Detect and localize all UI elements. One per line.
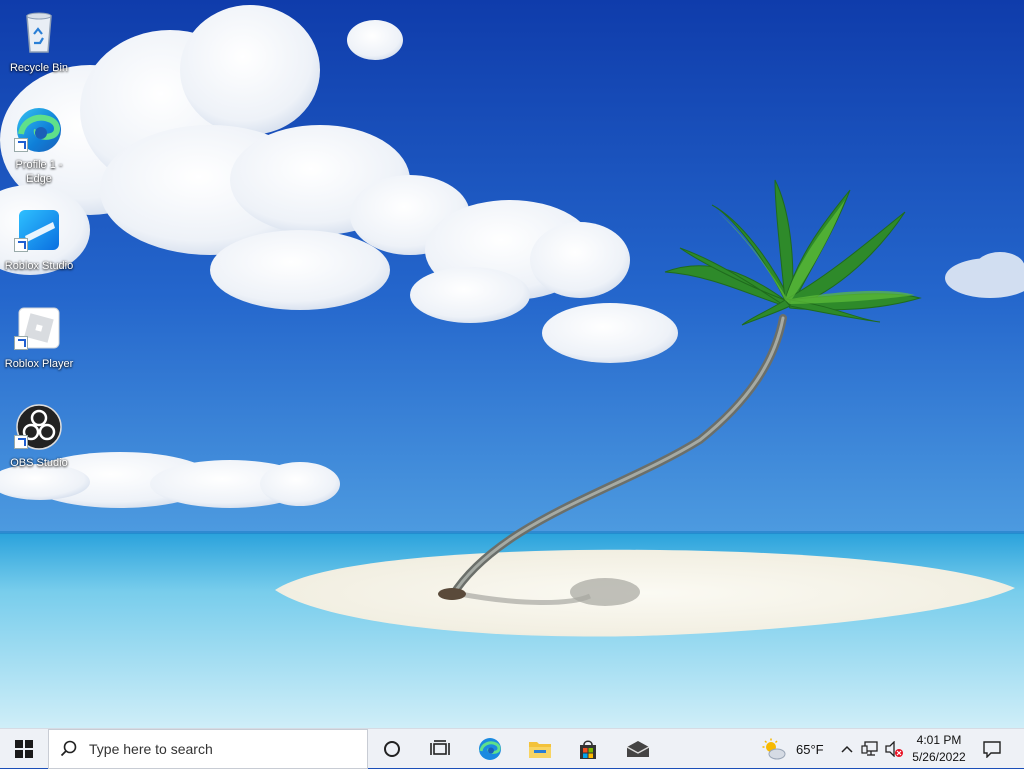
shortcut-arrow-icon [14,435,28,449]
file-explorer-icon [529,742,551,758]
notification-icon [983,741,1001,758]
partly-sunny-icon [762,738,786,760]
shortcut-arrow-icon [14,238,28,252]
taskbar-store-button[interactable] [568,729,608,769]
taskbar-file-explorer-button[interactable] [520,729,560,769]
search-icon [49,740,89,758]
cortana-button[interactable] [372,729,412,769]
chevron-up-icon [841,745,853,753]
microsoft-store-icon [580,740,596,759]
desktop-icon-label: Recycle Bin [9,62,69,74]
task-view-button[interactable] [420,729,460,769]
clock-date: 5/26/2022 [912,750,966,764]
network-button[interactable] [860,729,880,769]
notifications-button[interactable] [978,729,1006,769]
search-placeholder: Type here to search [89,741,213,757]
taskbar: Type here to search 65°F 4:01 PM 5/26/20… [0,728,1024,769]
taskbar-search-box[interactable]: Type here to search [48,729,368,769]
edge-icon [479,738,501,760]
desktop-wallpaper [0,0,1024,728]
volume-muted-icon [885,741,903,757]
show-hidden-icons-button[interactable] [838,729,856,769]
shortcut-arrow-icon [14,138,28,152]
desktop-icon-label: OBS Studio [10,457,68,469]
desktop-icon-label: Roblox Player [4,358,74,370]
mail-icon [626,741,650,757]
weather-widget[interactable]: 65°F [762,729,830,769]
desktop-icon-label: Roblox Studio [4,260,74,272]
windows-logo-icon [15,740,33,758]
start-button[interactable] [0,729,48,769]
taskbar-mail-button[interactable] [618,729,658,769]
weather-temperature: 65°F [796,741,824,757]
recycle-bin-icon [15,8,63,56]
desktop-icon-label: Profile 1 - Edge [15,159,63,185]
network-ethernet-icon [861,741,878,756]
task-view-icon [430,740,450,755]
shortcut-arrow-icon [14,336,28,350]
taskbar-edge-button[interactable] [470,729,510,769]
cortana-icon [384,741,400,757]
clock-time: 4:01 PM [916,733,962,747]
taskbar-clock[interactable]: 4:01 PM 5/26/2022 [904,729,974,769]
volume-button[interactable] [884,729,904,769]
